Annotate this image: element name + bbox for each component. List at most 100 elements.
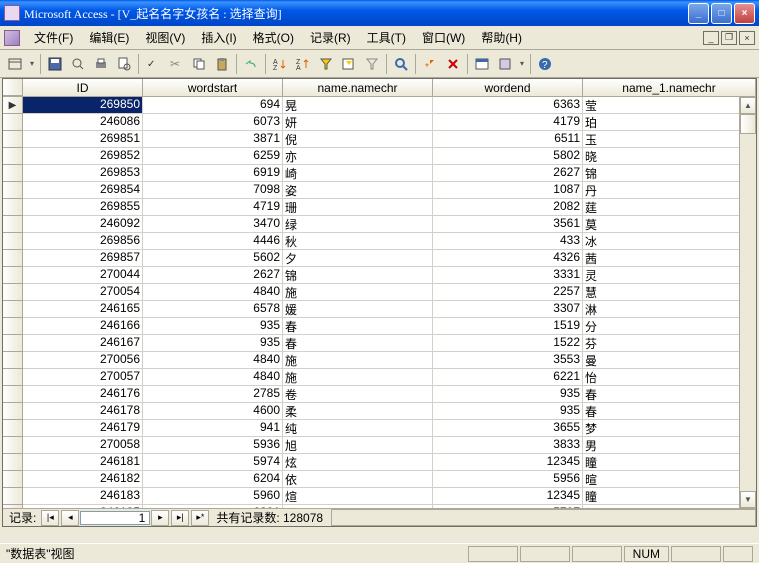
- cell[interactable]: 4719: [143, 199, 283, 216]
- cell[interactable]: 煊: [283, 488, 433, 505]
- paste-button[interactable]: [211, 53, 233, 75]
- cell[interactable]: 269855: [23, 199, 143, 216]
- cell[interactable]: 春: [283, 318, 433, 335]
- table-row[interactable]: 2700544840施2257慧: [3, 284, 756, 301]
- cell[interactable]: 丹: [583, 182, 756, 199]
- last-record-button[interactable]: ▸|: [171, 510, 189, 526]
- cell[interactable]: 4600: [143, 403, 283, 420]
- table-row[interactable]: 2698554719珊2082莛: [3, 199, 756, 216]
- cell[interactable]: 6363: [433, 97, 583, 114]
- select-all-corner[interactable]: [3, 79, 23, 96]
- row-selector[interactable]: [3, 386, 23, 403]
- cell[interactable]: 246176: [23, 386, 143, 403]
- cell[interactable]: 269853: [23, 165, 143, 182]
- cell[interactable]: 6259: [143, 148, 283, 165]
- cell[interactable]: 3871: [143, 131, 283, 148]
- print-button[interactable]: [90, 53, 112, 75]
- cell[interactable]: 246165: [23, 301, 143, 318]
- cell[interactable]: 941: [143, 420, 283, 437]
- prev-record-button[interactable]: ◂: [61, 510, 79, 526]
- cell[interactable]: 4840: [143, 369, 283, 386]
- row-selector[interactable]: [3, 216, 23, 233]
- cell[interactable]: 慧: [583, 284, 756, 301]
- sort-asc-button[interactable]: AZ: [269, 53, 291, 75]
- cell[interactable]: 270058: [23, 437, 143, 454]
- cell[interactable]: 锦: [583, 165, 756, 182]
- cell[interactable]: 4840: [143, 284, 283, 301]
- table-row[interactable]: 2698513871倪6511玉: [3, 131, 756, 148]
- cell[interactable]: 2627: [143, 267, 283, 284]
- cell[interactable]: 媛: [283, 301, 433, 318]
- cell[interactable]: 1087: [433, 182, 583, 199]
- cell[interactable]: 晃: [283, 97, 433, 114]
- cell[interactable]: 269856: [23, 233, 143, 250]
- row-selector[interactable]: [3, 369, 23, 386]
- cell[interactable]: 春: [283, 335, 433, 352]
- print-preview-button[interactable]: [113, 53, 135, 75]
- header-wordstart[interactable]: wordstart: [143, 79, 283, 96]
- cell[interactable]: 6511: [433, 131, 583, 148]
- cell[interactable]: 6221: [433, 369, 583, 386]
- cell[interactable]: 4840: [143, 352, 283, 369]
- table-row[interactable]: 2460923470绿3561莫: [3, 216, 756, 233]
- cell[interactable]: 芬: [583, 335, 756, 352]
- mdi-minimize-button[interactable]: _: [703, 31, 719, 45]
- scroll-down-button[interactable]: ▼: [740, 491, 756, 508]
- cell[interactable]: 施: [283, 352, 433, 369]
- next-record-button[interactable]: ▸: [151, 510, 169, 526]
- vertical-scrollbar[interactable]: ▲ ▼: [739, 97, 756, 508]
- row-selector[interactable]: [3, 403, 23, 420]
- table-row[interactable]: 2461835960煊12345瞳: [3, 488, 756, 505]
- grid-body[interactable]: ▶269850694晃6363莹2460866073妍4179珀26985138…: [3, 97, 756, 508]
- cell[interactable]: 269852: [23, 148, 143, 165]
- cell[interactable]: 春: [583, 386, 756, 403]
- menu-view[interactable]: 视图(V): [137, 27, 193, 48]
- spelling-button[interactable]: ✓: [142, 53, 164, 75]
- cell[interactable]: 3561: [433, 216, 583, 233]
- mdi-close-button[interactable]: ×: [739, 31, 755, 45]
- sort-desc-button[interactable]: ZA: [292, 53, 314, 75]
- filter-form-button[interactable]: [338, 53, 360, 75]
- maximize-button[interactable]: □: [711, 3, 732, 24]
- menu-tools[interactable]: 工具(T): [359, 27, 414, 48]
- cell[interactable]: 玉: [583, 131, 756, 148]
- find-button[interactable]: [390, 53, 412, 75]
- cell[interactable]: 246185: [23, 505, 143, 508]
- row-selector[interactable]: [3, 165, 23, 182]
- copy-button[interactable]: [188, 53, 210, 75]
- cell[interactable]: 2785: [143, 386, 283, 403]
- table-row[interactable]: 2698547098姿1087丹: [3, 182, 756, 199]
- table-row[interactable]: 2700564840施3553曼: [3, 352, 756, 369]
- cell[interactable]: 1522: [433, 335, 583, 352]
- cell[interactable]: 珀: [583, 114, 756, 131]
- row-selector[interactable]: [3, 352, 23, 369]
- menu-file[interactable]: 文件(F): [26, 27, 81, 48]
- cell[interactable]: 694: [143, 97, 283, 114]
- cell[interactable]: 3833: [433, 437, 583, 454]
- cell[interactable]: 淋: [583, 301, 756, 318]
- minimize-button[interactable]: _: [688, 3, 709, 24]
- cell[interactable]: 柔: [283, 403, 433, 420]
- row-selector[interactable]: [3, 267, 23, 284]
- cell[interactable]: 秋: [283, 233, 433, 250]
- menu-edit[interactable]: 编辑(E): [81, 27, 137, 48]
- header-id[interactable]: ID: [23, 79, 143, 96]
- database-window-button[interactable]: [471, 53, 493, 75]
- cell[interactable]: 935: [143, 318, 283, 335]
- cell[interactable]: 246178: [23, 403, 143, 420]
- cell[interactable]: 纤: [583, 505, 756, 508]
- cell[interactable]: 分: [583, 318, 756, 335]
- cell[interactable]: 依: [283, 471, 433, 488]
- table-row[interactable]: 2700585936旭3833男: [3, 437, 756, 454]
- cell[interactable]: 灵: [583, 267, 756, 284]
- table-row[interactable]: 2700442627锦3331灵: [3, 267, 756, 284]
- table-row[interactable]: 2698575602夕4326茜: [3, 250, 756, 267]
- cell[interactable]: 2082: [433, 199, 583, 216]
- cell[interactable]: 施: [283, 284, 433, 301]
- cell[interactable]: 冰: [583, 233, 756, 250]
- search-button[interactable]: [67, 53, 89, 75]
- cell[interactable]: 暄: [583, 471, 756, 488]
- mdi-restore-button[interactable]: ❐: [721, 31, 737, 45]
- row-selector[interactable]: [3, 250, 23, 267]
- save-button[interactable]: [44, 53, 66, 75]
